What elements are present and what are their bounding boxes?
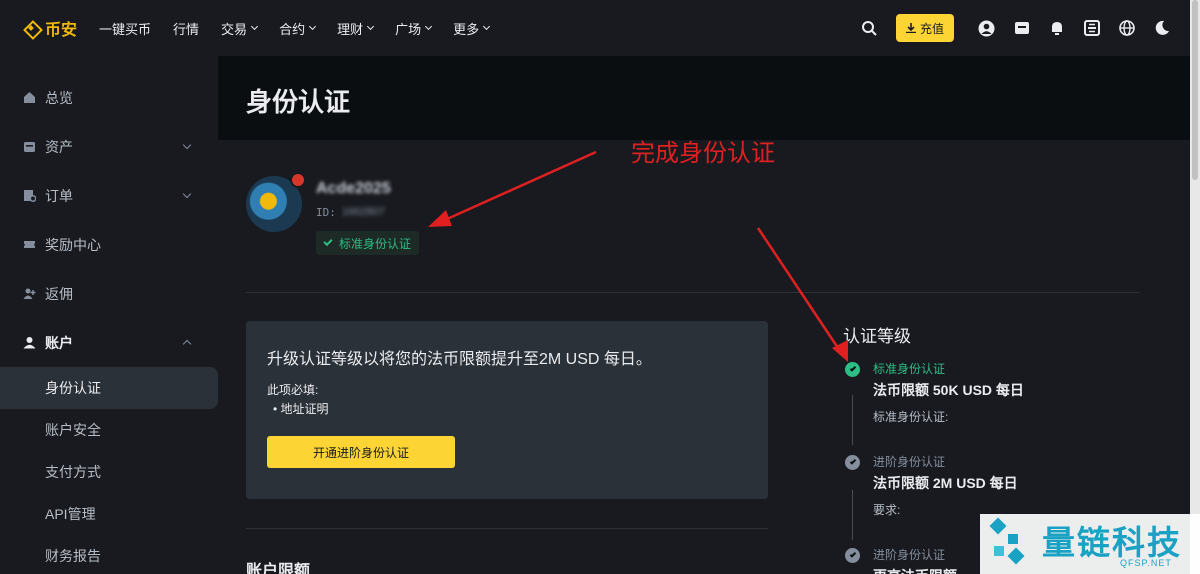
scrollbar-thumb[interactable] xyxy=(1192,0,1198,180)
annotation-arrows xyxy=(428,150,848,362)
watermark-subtext: QFSP.NET xyxy=(1120,558,1172,568)
watermark-logo-icon xyxy=(989,517,1025,565)
watermark-text: 量链科技 xyxy=(1042,524,1182,561)
